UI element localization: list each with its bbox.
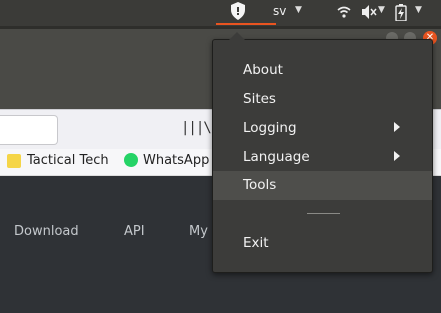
menu-pointer [229,32,245,40]
menu-item-logging[interactable]: Logging [213,114,432,143]
chevron-down-icon: ▼ [415,5,422,15]
menu-item-label: Logging [243,120,297,136]
url-input[interactable] [0,115,58,145]
menu-item-label: Language [243,149,310,165]
language-indicator[interactable]: sv [273,4,286,18]
shield-icon[interactable] [231,2,245,20]
site-nav-api[interactable]: API [124,224,145,239]
menu-item-about[interactable]: About [213,56,432,85]
site-nav-download[interactable]: Download [14,224,79,239]
wifi-icon[interactable] [337,6,351,18]
submenu-arrow-icon [394,122,400,132]
menu-item-label: Exit [243,235,269,251]
submenu-arrow-icon [394,151,400,161]
menu-separator [307,213,340,214]
menu-item-exit[interactable]: Exit [213,229,432,258]
whatsapp-icon [124,153,138,167]
menu-item-sites[interactable]: Sites [213,85,432,114]
chevron-down-icon: ▼ [378,5,385,15]
volume-muted-icon[interactable] [362,5,378,19]
bookmark-tactical-tech[interactable]: Tactical Tech [27,153,109,168]
battery-charging-icon[interactable] [395,4,407,21]
menu-item-label: Sites [243,91,276,107]
folder-icon [7,154,21,168]
bookmark-whatsapp[interactable]: WhatsApp [143,153,209,168]
active-indicator-underline [216,23,276,25]
site-nav-my[interactable]: My [189,224,208,239]
chevron-down-icon: ▼ [295,5,302,15]
library-icon[interactable]: |||\ [181,120,212,136]
menu-item-label: About [243,62,283,78]
menu-item-tools[interactable]: Tools [213,171,432,200]
menu-item-language[interactable]: Language [213,143,432,172]
menu-item-label: Tools [243,177,277,193]
